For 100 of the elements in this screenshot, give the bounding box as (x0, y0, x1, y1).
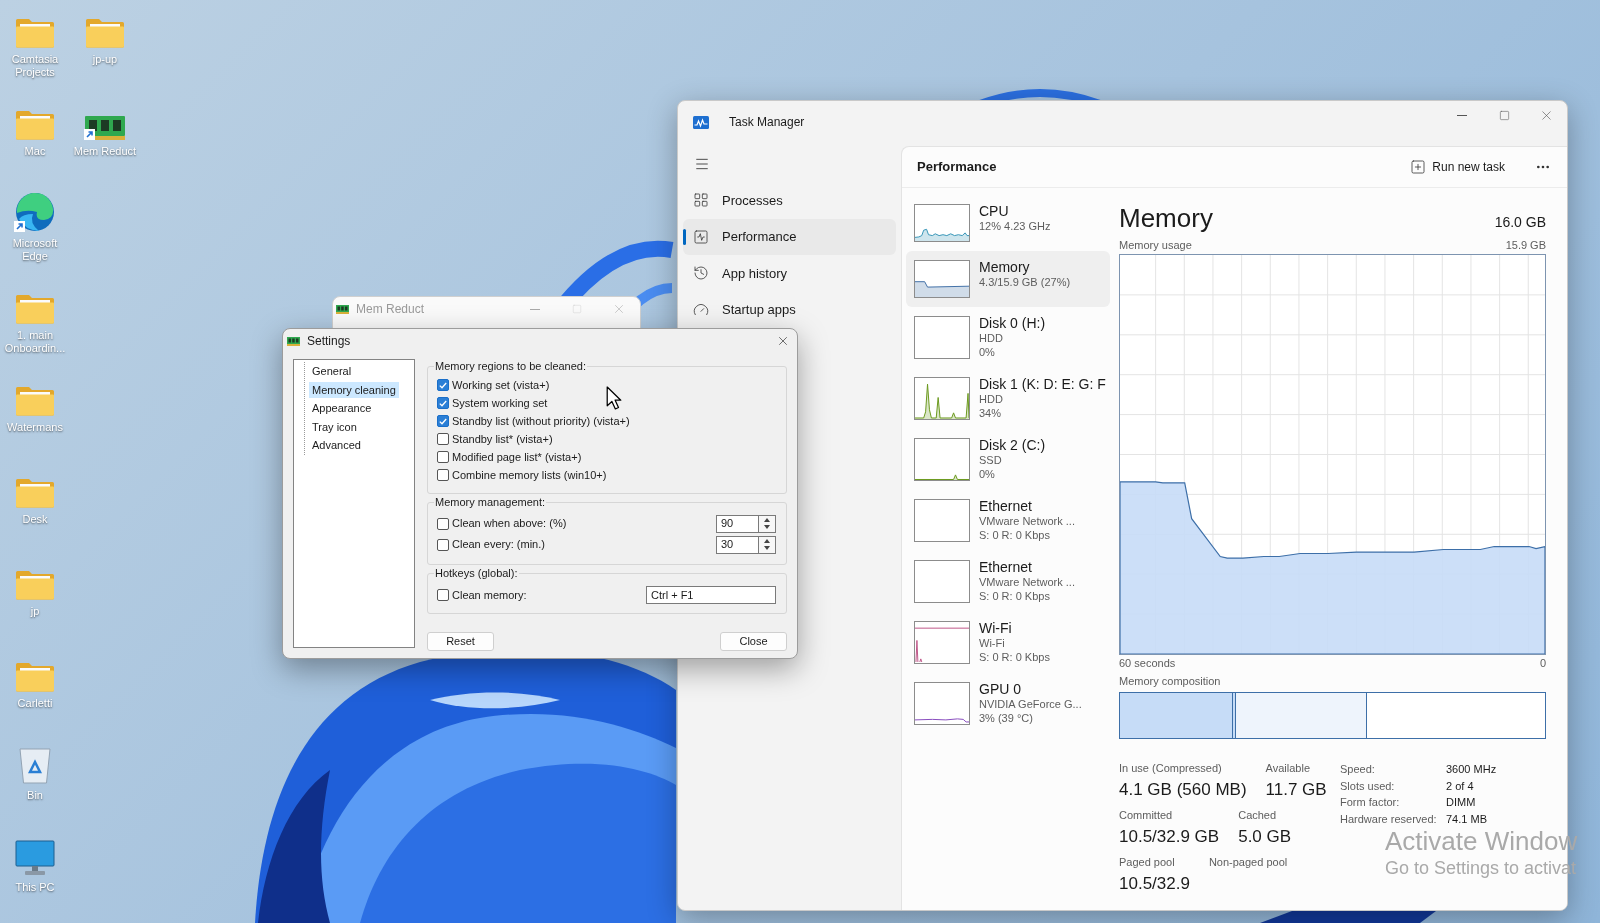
maximize-icon (572, 304, 582, 314)
mouse-pointer-icon (606, 386, 622, 410)
nav-item[interactable]: App history (683, 255, 896, 292)
nav-item[interactable]: Startup apps (683, 291, 896, 328)
tree-item[interactable]: Appearance (309, 400, 375, 417)
option-label: Standby list (without priority) (vista+) (452, 413, 630, 429)
group-title: Memory regions to be cleaned: (434, 359, 588, 373)
nav-item[interactable]: Performance (683, 218, 896, 255)
spec-label: Form factor: (1340, 795, 1401, 810)
tree-item[interactable]: Advanced (309, 437, 364, 454)
window-title: Mem Reduct (356, 301, 425, 318)
option-label: System working set (452, 395, 548, 411)
tree-item[interactable]: Tray icon (309, 418, 360, 435)
graph-max-label: 15.9 GB (1505, 238, 1546, 252)
history-icon (693, 265, 709, 282)
item-detail: 3% (39 °C) (979, 711, 1034, 725)
item-title: Ethernet (979, 498, 1033, 515)
window-title: Task Manager (729, 114, 805, 131)
minimize-icon (1457, 114, 1467, 116)
item-detail: HDD (979, 393, 1004, 407)
resource-item[interactable]: Disk 0 (H:) HDD 0% (906, 307, 1110, 368)
resource-item[interactable]: Disk 2 (C:) SSD 0% (906, 429, 1110, 490)
resource-item[interactable]: Wi-Fi Wi-Fi S: 0 R: 0 Kbps (906, 612, 1110, 673)
caret-up-icon (764, 518, 770, 522)
resource-item[interactable]: CPU 12% 4.23 GHz (906, 195, 1110, 251)
stat-value: 4.1 GB (560 MB) (1119, 779, 1247, 801)
folder-icon[interactable] (15, 17, 55, 48)
item-title: Memory (979, 259, 1031, 276)
checkbox[interactable] (437, 538, 449, 551)
item-title: Ethernet (979, 559, 1033, 576)
option-label: Clean memory: (452, 587, 527, 603)
item-detail: S: 0 R: 0 Kbps (979, 589, 1051, 603)
page-title: Performance (917, 158, 997, 177)
spin-control[interactable] (759, 514, 776, 533)
time-axis-end: 0 (1539, 656, 1546, 670)
option-label: Working set (vista+) (452, 377, 550, 393)
monitor-icon[interactable] (15, 840, 55, 876)
memory-chip-icon (287, 336, 300, 346)
checkbox[interactable] (437, 379, 449, 391)
stat-value: 5.0 GB (1238, 826, 1292, 848)
item-detail: HDD (979, 332, 1004, 346)
item-detail: 0% (979, 345, 996, 359)
folder-icon[interactable] (85, 17, 125, 48)
checkbox[interactable] (437, 451, 449, 463)
caret-up-icon (764, 539, 770, 543)
folder-icon[interactable] (15, 385, 55, 416)
folder-icon[interactable] (15, 661, 55, 692)
checkbox[interactable] (437, 397, 449, 409)
option-label: Combine memory lists (win10+) (452, 467, 607, 483)
stat-label: Paged pool (1119, 855, 1176, 869)
dialog-button[interactable]: Close (720, 632, 787, 651)
option-label: Clean every: (min.) (452, 537, 545, 553)
number-field[interactable]: 30 (716, 535, 759, 554)
pulse-icon (693, 228, 709, 245)
spec-label: Speed: (1340, 762, 1376, 777)
resource-item[interactable]: Disk 1 (K: D: E: G: F HDD 34% (906, 368, 1110, 429)
graph-thumbnail (914, 499, 970, 542)
item-title: Disk 1 (K: D: E: G: F (979, 376, 1106, 393)
folder-icon[interactable] (15, 109, 55, 140)
graph-thumbnail (914, 316, 970, 359)
folder-icon[interactable] (15, 477, 55, 508)
tree-item[interactable]: Memory cleaning (309, 381, 399, 398)
caret-down-icon (764, 546, 770, 550)
checkbox[interactable] (437, 469, 449, 481)
spin-control[interactable] (759, 535, 776, 554)
resource-item[interactable]: Memory 4.3/15.9 GB (27%) (906, 251, 1110, 307)
hotkey-field[interactable]: Ctrl + F1 (646, 586, 776, 604)
total-memory: 16.0 GB (1494, 213, 1546, 232)
menu-icon (694, 156, 710, 172)
checkbox[interactable] (437, 517, 449, 530)
number-field[interactable]: 90 (716, 514, 759, 533)
recycle-bin-icon[interactable] (19, 746, 51, 784)
tree-item[interactable]: General (309, 363, 355, 380)
graph-thumbnail (914, 560, 970, 603)
item-detail: NVIDIA GeForce G... (979, 698, 1082, 712)
item-detail: 12% 4.23 GHz (979, 220, 1051, 234)
run-new-task-button[interactable]: Run new task (1402, 154, 1513, 180)
nav-item[interactable]: Processes (683, 182, 896, 219)
browser-swirl-icon[interactable] (15, 192, 55, 232)
checkbox[interactable] (437, 589, 449, 601)
stat-label: Cached (1238, 808, 1278, 822)
resource-item[interactable]: Ethernet VMware Network ... S: 0 R: 0 Kbps (906, 551, 1110, 612)
stat-label: Available (1265, 761, 1311, 775)
selected-indicator (683, 228, 686, 245)
folder-icon[interactable] (15, 569, 55, 600)
memory-module-icon[interactable] (85, 116, 125, 140)
gauge-icon (693, 301, 709, 318)
checkbox[interactable] (437, 415, 449, 427)
resource-item[interactable]: GPU 0 NVIDIA GeForce G... 3% (39 °C) (906, 673, 1110, 734)
checkbox[interactable] (437, 433, 449, 445)
folder-icon[interactable] (15, 293, 55, 324)
graph-window-icon (693, 115, 709, 129)
resource-item[interactable]: Ethernet VMware Network ... S: 0 R: 0 Kbps (906, 490, 1110, 551)
item-detail: 4.3/15.9 GB (27%) (979, 276, 1071, 290)
item-detail: 34% (979, 406, 1003, 420)
item-detail: VMware Network ... (979, 576, 1075, 590)
item-detail: S: 0 R: 0 Kbps (979, 528, 1051, 542)
memory-chip-icon (336, 304, 349, 314)
time-axis-start: 60 seconds (1119, 656, 1176, 670)
dialog-button[interactable]: Reset (427, 632, 494, 651)
